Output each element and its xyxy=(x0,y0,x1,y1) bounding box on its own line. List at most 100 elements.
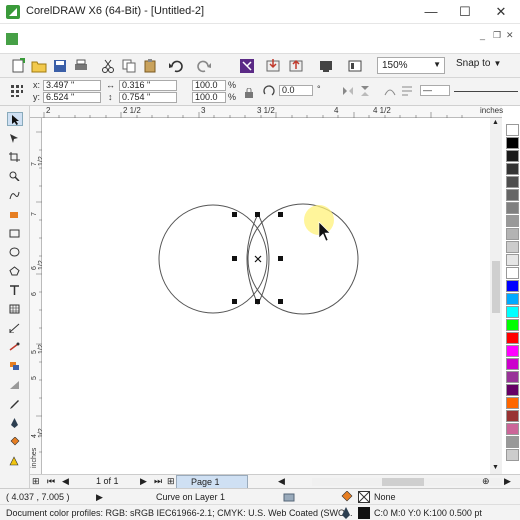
page-options-icon[interactable]: ⊞ xyxy=(32,476,40,487)
selection-handle[interactable] xyxy=(255,299,260,304)
effects-tool-icon[interactable] xyxy=(7,359,23,373)
height-field[interactable]: 0.754 " xyxy=(119,92,177,103)
color-swatch[interactable] xyxy=(506,397,519,409)
selection-handle[interactable] xyxy=(232,299,237,304)
transparency-tool-icon[interactable] xyxy=(7,378,23,392)
navigator-zoom-icon[interactable]: ⊕ xyxy=(482,476,490,487)
shape-tool-icon[interactable] xyxy=(7,131,23,145)
undo-icon[interactable] xyxy=(168,58,184,74)
interactive-fill-icon[interactable] xyxy=(7,454,23,468)
wrap-text-icon[interactable] xyxy=(400,84,414,98)
lock-ratio-icon[interactable] xyxy=(244,88,254,98)
close-button[interactable]: ✕ xyxy=(491,3,511,21)
zoom-level-select[interactable]: 150% ▼ xyxy=(377,57,445,74)
color-swatch[interactable] xyxy=(506,163,519,175)
document-icon[interactable] xyxy=(6,33,18,45)
curve-close-icon[interactable] xyxy=(383,84,397,98)
selection-handle[interactable] xyxy=(278,212,283,217)
color-swatch[interactable] xyxy=(506,306,519,318)
scroll-down-icon[interactable]: ▼ xyxy=(492,464,499,471)
tab-page-1[interactable]: Page 1 xyxy=(176,475,248,489)
next-page-icon[interactable]: ▶ xyxy=(140,476,147,487)
color-swatch[interactable] xyxy=(506,345,519,357)
color-swatch[interactable] xyxy=(506,293,519,305)
app-launcher-icon[interactable] xyxy=(347,58,363,74)
y-position-field[interactable]: 6.524 " xyxy=(43,92,101,103)
drawing-canvas[interactable] xyxy=(42,118,490,474)
new-icon[interactable] xyxy=(10,58,26,74)
color-swatch[interactable] xyxy=(506,332,519,344)
doc-minimize-button[interactable]: _ xyxy=(480,30,485,40)
fill-bucket-icon[interactable] xyxy=(340,491,354,503)
outline-width-preview[interactable] xyxy=(454,91,518,92)
cut-icon[interactable] xyxy=(100,58,116,74)
import-icon[interactable] xyxy=(265,58,281,74)
scale-height-field[interactable]: 100.0 xyxy=(192,92,226,103)
horizontal-scrollbar[interactable] xyxy=(312,478,502,486)
export-icon[interactable] xyxy=(288,58,304,74)
crop-tool-icon[interactable] xyxy=(7,150,23,164)
table-tool-icon[interactable] xyxy=(7,302,23,316)
color-swatch[interactable] xyxy=(506,150,519,162)
outline-pen-icon[interactable] xyxy=(340,507,352,519)
scroll-left-icon[interactable]: ◀ xyxy=(278,476,285,487)
color-swatch[interactable] xyxy=(506,267,519,279)
prev-page-icon[interactable]: ◀ xyxy=(62,476,69,487)
width-field[interactable]: 0.316 " xyxy=(119,80,177,91)
color-swatch[interactable] xyxy=(506,358,519,370)
color-swatch[interactable] xyxy=(506,280,519,292)
outline-pen-icon[interactable] xyxy=(7,416,23,430)
publish-pdf-icon[interactable] xyxy=(318,58,334,74)
search-content-icon[interactable] xyxy=(239,58,255,74)
snap-to-button[interactable]: Snap to ▼ xyxy=(456,58,501,69)
copy-icon[interactable] xyxy=(121,58,137,74)
fill-tool-icon[interactable] xyxy=(7,435,23,449)
scroll-up-icon[interactable]: ▲ xyxy=(492,119,499,126)
print-icon[interactable] xyxy=(73,58,89,74)
zoom-tool-icon[interactable] xyxy=(7,169,23,183)
add-page-icon[interactable]: ⊞ xyxy=(167,476,175,487)
color-swatch[interactable] xyxy=(506,215,519,227)
mirror-horizontal-icon[interactable] xyxy=(341,84,355,98)
color-swatch[interactable] xyxy=(506,137,519,149)
color-swatch[interactable] xyxy=(506,436,519,448)
vertical-scrollbar[interactable]: ▲ ▼ xyxy=(490,118,502,474)
color-swatch[interactable] xyxy=(506,176,519,188)
color-swatch[interactable] xyxy=(506,384,519,396)
scroll-right-icon[interactable]: ▶ xyxy=(504,476,511,487)
color-swatch[interactable] xyxy=(506,319,519,331)
pick-tool-icon[interactable] xyxy=(7,112,23,126)
horizontal-scroll-thumb[interactable] xyxy=(382,478,424,486)
vertical-scroll-thumb[interactable] xyxy=(492,261,500,313)
minimize-button[interactable]: — xyxy=(421,3,441,21)
doc-close-button[interactable]: ✕ xyxy=(506,30,514,41)
right-circle[interactable] xyxy=(247,203,359,315)
first-page-icon[interactable]: ⏮ xyxy=(47,476,55,487)
color-swatch[interactable] xyxy=(506,410,519,422)
color-swatch[interactable] xyxy=(506,371,519,383)
selection-handle[interactable] xyxy=(278,256,283,261)
color-swatch[interactable] xyxy=(506,423,519,435)
ellipse-tool-icon[interactable] xyxy=(7,245,23,259)
polygon-tool-icon[interactable] xyxy=(7,264,23,278)
scale-width-field[interactable]: 100.0 xyxy=(192,80,226,91)
selection-handle[interactable] xyxy=(255,212,260,217)
outline-style-select[interactable]: — xyxy=(420,85,450,96)
color-swatch[interactable] xyxy=(506,189,519,201)
redo-icon[interactable] xyxy=(196,58,212,74)
color-swatch[interactable] xyxy=(506,254,519,266)
connector-tool-icon[interactable] xyxy=(7,340,23,354)
color-swatch[interactable] xyxy=(506,202,519,214)
text-tool-icon[interactable] xyxy=(7,283,23,297)
paste-icon[interactable] xyxy=(142,58,158,74)
smart-fill-icon[interactable] xyxy=(7,207,23,221)
color-swatch[interactable] xyxy=(506,228,519,240)
color-swatch[interactable] xyxy=(506,449,519,461)
color-swatch[interactable] xyxy=(506,124,519,136)
left-circle[interactable] xyxy=(158,204,268,314)
eyedropper-tool-icon[interactable] xyxy=(7,397,23,411)
object-origin-icon[interactable] xyxy=(10,84,24,98)
selection-handle[interactable] xyxy=(278,299,283,304)
open-icon[interactable] xyxy=(31,58,47,74)
rotation-field[interactable]: 0.0 xyxy=(279,85,313,96)
